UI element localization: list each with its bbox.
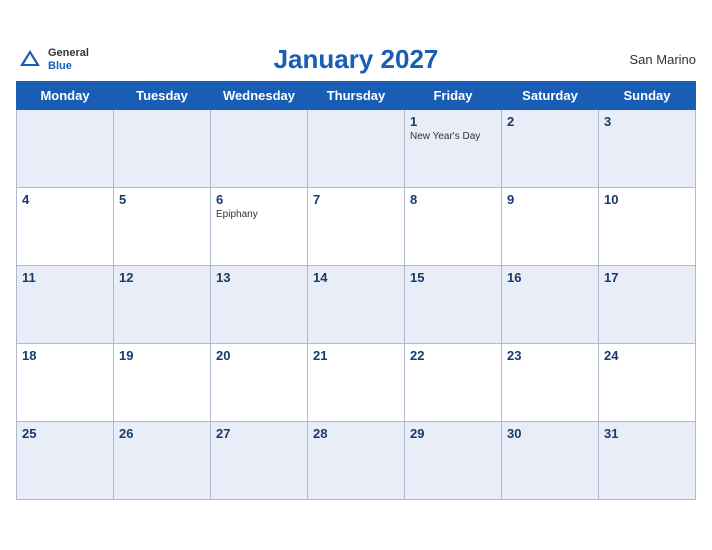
calendar-cell-w4-d1: 18 (17, 344, 114, 422)
header-wednesday: Wednesday (211, 82, 308, 110)
calendar-cell-w1-d5: 1 New Year's Day (405, 110, 502, 188)
calendar-cell-w2-d7: 10 (599, 188, 696, 266)
day-number: 31 (604, 426, 690, 441)
calendar-cell-w3-d2: 12 (114, 266, 211, 344)
day-number: 6 (216, 192, 302, 207)
calendar-cell-w3-d6: 16 (502, 266, 599, 344)
calendar-cell-w1-d3 (211, 110, 308, 188)
week-row-3: 11 12 13 14 15 16 17 (17, 266, 696, 344)
day-number: 11 (22, 270, 108, 285)
day-number: 7 (313, 192, 399, 207)
day-number: 5 (119, 192, 205, 207)
holiday-name: Epiphany (216, 209, 302, 220)
day-number: 30 (507, 426, 593, 441)
day-number: 25 (22, 426, 108, 441)
day-number: 14 (313, 270, 399, 285)
calendar-cell-w5-d1: 25 (17, 422, 114, 500)
day-number: 24 (604, 348, 690, 363)
day-number: 2 (507, 114, 593, 129)
header-friday: Friday (405, 82, 502, 110)
calendar-cell-w2-d4: 7 (308, 188, 405, 266)
calendar-cell-w3-d5: 15 (405, 266, 502, 344)
country-name: San Marino (630, 52, 696, 67)
calendar-cell-w4-d3: 20 (211, 344, 308, 422)
week-row-1: 1 New Year's Day 23 (17, 110, 696, 188)
calendar-cell-w1-d4 (308, 110, 405, 188)
calendar-table: Monday Tuesday Wednesday Thursday Friday… (16, 81, 696, 500)
calendar-cell-w3-d1: 11 (17, 266, 114, 344)
calendar-cell-w4-d7: 24 (599, 344, 696, 422)
week-row-5: 25 26 27 28 29 30 31 (17, 422, 696, 500)
calendar-cell-w1-d7: 3 (599, 110, 696, 188)
calendar-header: General Blue January 2027 San Marino (16, 44, 696, 75)
calendar-cell-w2-d6: 9 (502, 188, 599, 266)
day-number: 27 (216, 426, 302, 441)
day-number: 13 (216, 270, 302, 285)
day-number: 1 (410, 114, 496, 129)
calendar-wrapper: General Blue January 2027 San Marino Mon… (0, 34, 712, 516)
calendar-cell-w2-d3: 6 Epiphany (211, 188, 308, 266)
calendar-cell-w5-d2: 26 (114, 422, 211, 500)
header-thursday: Thursday (308, 82, 405, 110)
calendar-cell-w5-d6: 30 (502, 422, 599, 500)
calendar-cell-w1-d6: 2 (502, 110, 599, 188)
logo-icon (16, 46, 44, 74)
day-number: 12 (119, 270, 205, 285)
logo: General Blue (16, 46, 89, 74)
day-number: 29 (410, 426, 496, 441)
day-number: 3 (604, 114, 690, 129)
logo-blue-text: Blue (48, 60, 89, 72)
day-number: 28 (313, 426, 399, 441)
calendar-cell-w5-d5: 29 (405, 422, 502, 500)
day-number: 15 (410, 270, 496, 285)
day-number: 9 (507, 192, 593, 207)
header-tuesday: Tuesday (114, 82, 211, 110)
logo-text: General Blue (48, 47, 89, 71)
day-number: 22 (410, 348, 496, 363)
day-number: 21 (313, 348, 399, 363)
day-number: 10 (604, 192, 690, 207)
calendar-cell-w1-d1 (17, 110, 114, 188)
calendar-cell-w3-d7: 17 (599, 266, 696, 344)
weekday-header-row: Monday Tuesday Wednesday Thursday Friday… (17, 82, 696, 110)
day-number: 19 (119, 348, 205, 363)
day-number: 8 (410, 192, 496, 207)
calendar-cell-w2-d1: 4 (17, 188, 114, 266)
calendar-cell-w5-d3: 27 (211, 422, 308, 500)
calendar-cell-w2-d2: 5 (114, 188, 211, 266)
holiday-name: New Year's Day (410, 131, 496, 142)
calendar-cell-w5-d4: 28 (308, 422, 405, 500)
calendar-cell-w1-d2 (114, 110, 211, 188)
calendar-cell-w4-d4: 21 (308, 344, 405, 422)
day-number: 18 (22, 348, 108, 363)
calendar-cell-w3-d4: 14 (308, 266, 405, 344)
calendar-cell-w2-d5: 8 (405, 188, 502, 266)
week-row-4: 18 19 20 21 22 23 24 (17, 344, 696, 422)
day-number: 26 (119, 426, 205, 441)
calendar-title: January 2027 (274, 44, 439, 75)
calendar-cell-w4-d6: 23 (502, 344, 599, 422)
header-sunday: Sunday (599, 82, 696, 110)
calendar-cell-w4-d2: 19 (114, 344, 211, 422)
day-number: 20 (216, 348, 302, 363)
calendar-cell-w5-d7: 31 (599, 422, 696, 500)
calendar-cell-w4-d5: 22 (405, 344, 502, 422)
day-number: 16 (507, 270, 593, 285)
logo-general-text: General (48, 47, 89, 59)
header-monday: Monday (17, 82, 114, 110)
calendar-cell-w3-d3: 13 (211, 266, 308, 344)
day-number: 23 (507, 348, 593, 363)
day-number: 4 (22, 192, 108, 207)
week-row-2: 456 Epiphany 789 10 (17, 188, 696, 266)
day-number: 17 (604, 270, 690, 285)
header-saturday: Saturday (502, 82, 599, 110)
